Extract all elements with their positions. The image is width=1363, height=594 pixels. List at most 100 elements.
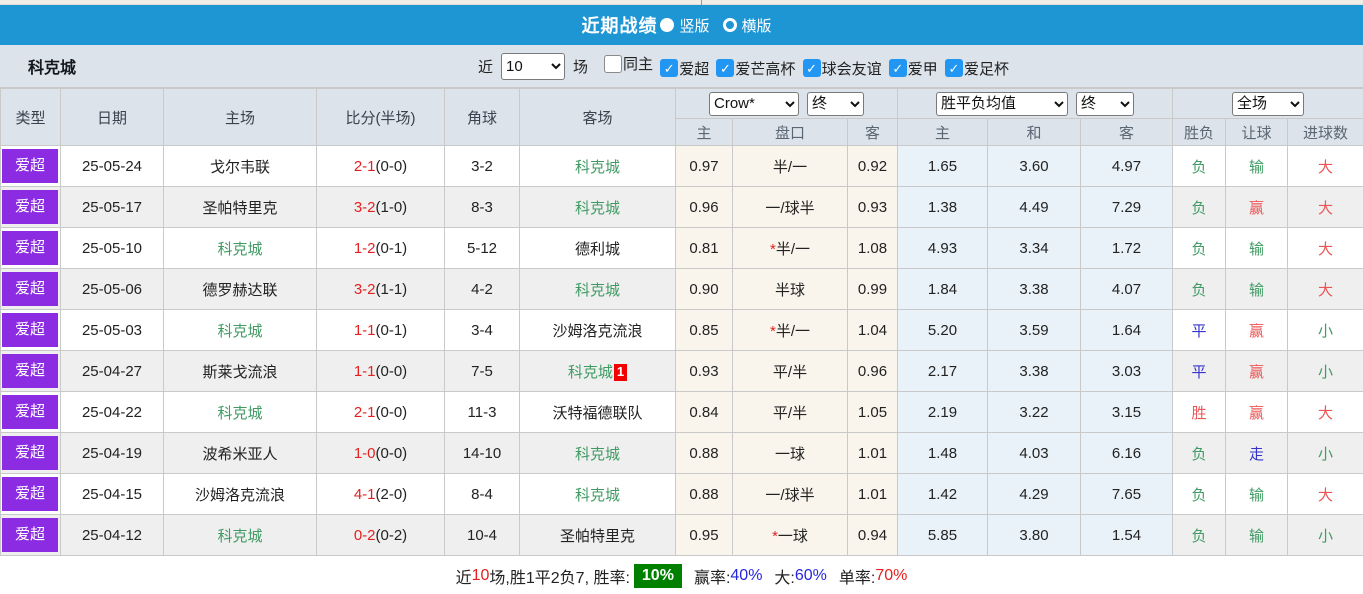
- checkbox-icon[interactable]: ✓: [660, 59, 678, 77]
- subheader-handicap-result: 让球: [1226, 119, 1288, 146]
- filter-checkbox-group[interactable]: ✓ 爱甲: [886, 58, 938, 79]
- home-team-cell: 沙姆洛克流浪: [164, 474, 317, 515]
- filter-checkbox-group[interactable]: ✓爱芒高杯: [713, 58, 795, 79]
- mean-away-cell: 3.03: [1081, 351, 1173, 392]
- table-row: 爱超 25-04-27 斯莱戈流浪 1-1(0-0) 7-5 科克城1 0.93…: [1, 351, 1363, 392]
- away-team-cell: 德利城: [520, 228, 676, 269]
- league-badge: 爱超: [2, 477, 58, 511]
- check-icon: ✓: [892, 62, 903, 75]
- half-time-score: (0-1): [376, 322, 408, 339]
- mean-away-cell: 4.97: [1081, 146, 1173, 187]
- checkbox-label[interactable]: 同主: [623, 53, 653, 74]
- handicap-result-cell: 输: [1226, 146, 1288, 187]
- radio-vertical-selected-icon[interactable]: [660, 18, 674, 32]
- handicap-value: 一球: [778, 528, 808, 545]
- odds-home-cell: 0.93: [676, 351, 733, 392]
- handicap-result-text: 赢: [1249, 200, 1264, 217]
- single-rate-value: 70%: [875, 567, 907, 585]
- radio-horizontal-label[interactable]: 横版: [742, 15, 772, 36]
- goals-result-cell: 大: [1288, 146, 1363, 187]
- checkbox-icon[interactable]: ✓: [945, 59, 963, 77]
- checkbox-label[interactable]: 爱芒高杯: [735, 58, 795, 79]
- result-cell: 负: [1173, 474, 1226, 515]
- mean-draw-cell: 4.49: [988, 187, 1081, 228]
- full-time-score: 1-0: [354, 445, 376, 462]
- home-team-cell: 科克城: [164, 392, 317, 433]
- away-team: 科克城: [568, 364, 613, 381]
- odds-company-select[interactable]: Crow*: [709, 92, 799, 116]
- home-team-cell: 德罗赫达联: [164, 269, 317, 310]
- away-team: 圣帕特里克: [560, 528, 635, 545]
- subheader-mean-away: 客: [1081, 119, 1173, 146]
- goals-result-text: 大: [1318, 282, 1333, 299]
- corner-cell: 4-2: [445, 269, 520, 310]
- checkbox-icon[interactable]: ✓: [604, 55, 622, 73]
- red-card-badge: 1: [614, 364, 627, 380]
- checkbox-label[interactable]: 球会友谊: [822, 58, 882, 79]
- date-cell: 25-04-15: [61, 474, 164, 515]
- corner-cell: 14-10: [445, 433, 520, 474]
- radio-horizontal-icon[interactable]: [723, 18, 737, 32]
- mean-type-select[interactable]: 胜平负均值: [936, 92, 1068, 116]
- odds-home-cell: 0.81: [676, 228, 733, 269]
- mean-away-cell: 3.15: [1081, 392, 1173, 433]
- mean-draw-cell: 3.38: [988, 269, 1081, 310]
- checkbox-label[interactable]: 爱超: [679, 58, 709, 79]
- mean-away-cell: 7.29: [1081, 187, 1173, 228]
- recent-count-select[interactable]: 10: [501, 53, 565, 80]
- subheader-result: 胜负: [1173, 119, 1226, 146]
- col-header-home: 主场: [164, 89, 317, 146]
- home-team: 德罗赫达联: [202, 282, 277, 299]
- league-badge: 爱超: [2, 272, 58, 306]
- filter-checkbox-group[interactable]: ✓同主: [601, 53, 653, 74]
- handicap-cell: 半/一: [733, 146, 848, 187]
- scope-select[interactable]: 全场: [1232, 92, 1304, 116]
- table-row: 爱超 25-05-06 德罗赫达联 3-2(1-1) 4-2 科克城 0.90 …: [1, 269, 1363, 310]
- away-team: 科克城: [575, 159, 620, 176]
- mean-home-cell: 2.17: [898, 351, 988, 392]
- result-cell: 负: [1173, 515, 1226, 556]
- checkbox-icon[interactable]: ✓: [716, 59, 734, 77]
- handicap-cell: 平/半: [733, 351, 848, 392]
- checkbox-icon[interactable]: ✓: [889, 59, 907, 77]
- mean-home-cell: 1.65: [898, 146, 988, 187]
- checkbox-label[interactable]: 爱足杯: [964, 58, 1009, 79]
- result-cell: 负: [1173, 269, 1226, 310]
- home-team: 科克城: [217, 528, 262, 545]
- odds-home-cell: 0.85: [676, 310, 733, 351]
- goals-result-cell: 大: [1288, 187, 1363, 228]
- full-time-score: 3-2: [354, 281, 376, 298]
- mean-time-select[interactable]: 终: [1076, 92, 1134, 116]
- odds-away-cell: 1.01: [848, 433, 898, 474]
- odds-time-select[interactable]: 终: [807, 92, 864, 116]
- full-time-score: 1-1: [354, 322, 376, 339]
- subheader-mean-home: 主: [898, 119, 988, 146]
- score-cell: 1-1(0-1): [317, 310, 445, 351]
- mean-home-cell: 5.20: [898, 310, 988, 351]
- checkbox-icon[interactable]: ✓: [803, 59, 821, 77]
- radio-vertical-label[interactable]: 竖版: [679, 15, 709, 36]
- handicap-result-cell: 赢: [1226, 392, 1288, 433]
- odds-away-cell: 0.96: [848, 351, 898, 392]
- filter-checkbox-group[interactable]: ✓球会友谊: [800, 58, 882, 79]
- mean-draw-cell: 3.34: [988, 228, 1081, 269]
- filter-checkbox-group[interactable]: ✓爱超: [657, 58, 709, 79]
- handicap-value: 平/半: [773, 364, 807, 381]
- handicap-value: 半/一: [776, 241, 810, 258]
- date-cell: 25-05-24: [61, 146, 164, 187]
- mean-away-cell: 1.72: [1081, 228, 1173, 269]
- date-cell: 25-04-27: [61, 351, 164, 392]
- goals-result-cell: 小: [1288, 433, 1363, 474]
- mean-home-cell: 1.84: [898, 269, 988, 310]
- odds-dropdown-cell: Crow* 终: [676, 89, 898, 119]
- home-team-cell: 科克城: [164, 228, 317, 269]
- handicap-result-text: 赢: [1249, 405, 1264, 422]
- col-header-date: 日期: [61, 89, 164, 146]
- handicap-value: 半球: [775, 282, 805, 299]
- subheader-odds-home: 主: [676, 119, 733, 146]
- filter-bar: 科克城 近 10 场 ✓同主 ✓爱超 ✓爱芒高杯 ✓球会友谊 ✓爱甲 ✓爱足杯: [0, 45, 1363, 88]
- filter-checkbox-group[interactable]: ✓爱足杯: [942, 58, 1009, 79]
- score-cell: 2-1(0-0): [317, 146, 445, 187]
- checkbox-label[interactable]: 爱甲: [908, 58, 938, 79]
- score-cell: 1-1(0-0): [317, 351, 445, 392]
